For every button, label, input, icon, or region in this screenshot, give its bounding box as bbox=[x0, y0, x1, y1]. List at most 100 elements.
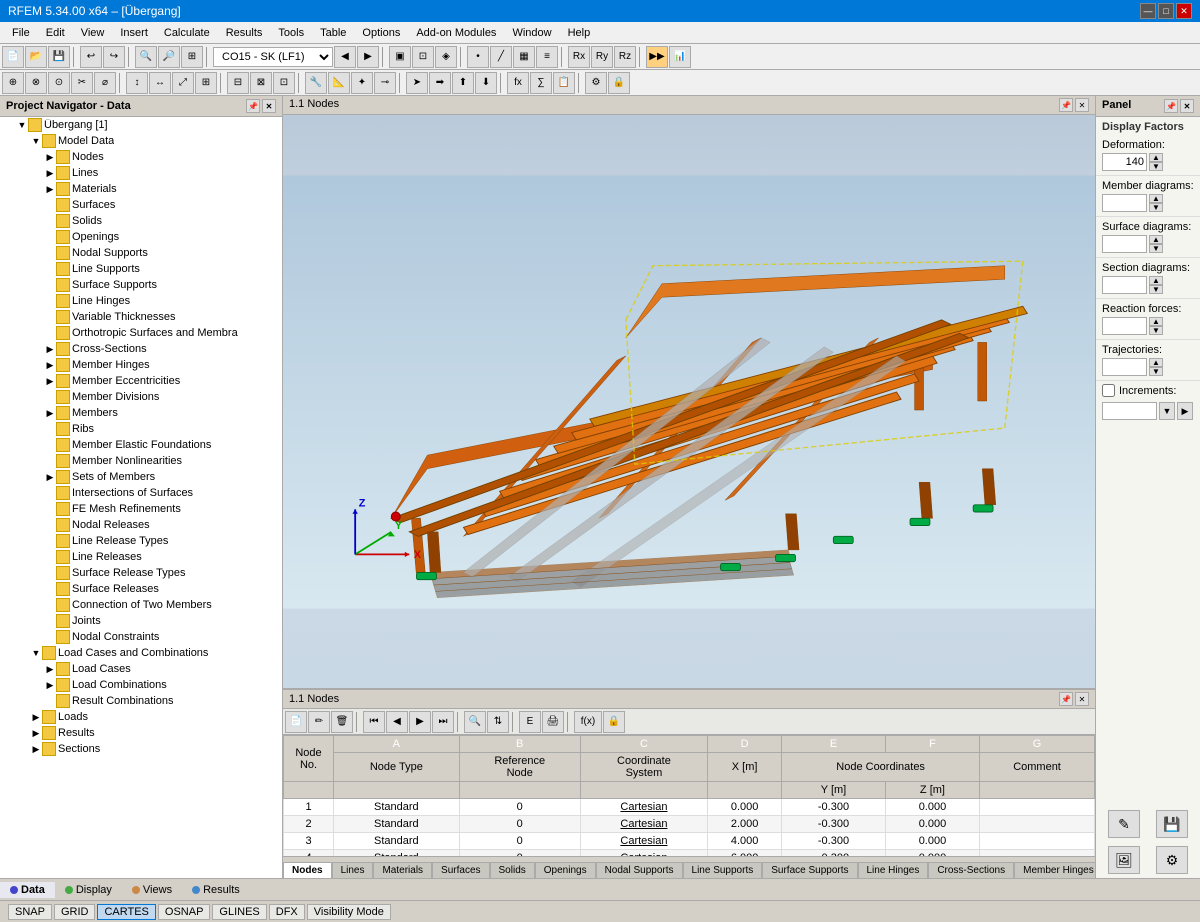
table-tb-excel[interactable]: E bbox=[519, 711, 541, 733]
tree-solids[interactable]: Solids bbox=[0, 213, 282, 229]
tree-model-data[interactable]: ▼ Model Data bbox=[0, 133, 282, 149]
rotate-y-button[interactable]: Ry bbox=[591, 46, 613, 68]
tab-member-hinges[interactable]: Member Hinges bbox=[1014, 862, 1095, 878]
line-button[interactable]: ╱ bbox=[490, 46, 512, 68]
tree-fe-mesh[interactable]: FE Mesh Refinements bbox=[0, 501, 282, 517]
table-tb-prev[interactable]: ◀ bbox=[386, 711, 408, 733]
tb2-7[interactable]: ↔ bbox=[149, 72, 171, 94]
tab-surface-supports[interactable]: Surface Supports bbox=[762, 862, 857, 878]
table-row[interactable]: 1 Standard 0 Cartesian 0.000 -0.300 0.00… bbox=[284, 799, 1095, 816]
tree-member-elastic[interactable]: Member Elastic Foundations bbox=[0, 437, 282, 453]
table-pin-button[interactable]: 📌 bbox=[1059, 692, 1073, 706]
menu-item-window[interactable]: Window bbox=[504, 25, 559, 41]
deformation-down[interactable]: ▼ bbox=[1149, 162, 1163, 171]
tb2-4[interactable]: ✂ bbox=[71, 72, 93, 94]
col-z-label[interactable]: Z [m] bbox=[885, 782, 979, 799]
panel-render-button[interactable]: 🖼 bbox=[1108, 846, 1140, 874]
rotate-z-button[interactable]: Rz bbox=[614, 46, 636, 68]
menu-item-edit[interactable]: Edit bbox=[38, 25, 73, 41]
table-row[interactable]: 3 Standard 0 Cartesian 4.000 -0.300 0.00… bbox=[284, 833, 1095, 850]
tb2-14[interactable]: 📐 bbox=[328, 72, 350, 94]
tree-surface-supports[interactable]: Surface Supports bbox=[0, 277, 282, 293]
tree-expand-root[interactable]: ▼ bbox=[16, 120, 28, 130]
tb2-19[interactable]: ⬆ bbox=[452, 72, 474, 94]
section-diagrams-up[interactable]: ▲ bbox=[1149, 276, 1163, 285]
subheader-node-coords[interactable]: Node Coordinates bbox=[782, 753, 980, 782]
tab-surfaces[interactable]: Surfaces bbox=[432, 862, 489, 878]
maximize-button[interactable]: □ bbox=[1158, 3, 1174, 19]
tree-members[interactable]: ▶ Members bbox=[0, 405, 282, 421]
panel-settings-button[interactable]: ⚙ bbox=[1156, 846, 1188, 874]
trajectories-down[interactable]: ▼ bbox=[1149, 367, 1163, 376]
tree-ribs[interactable]: Ribs bbox=[0, 421, 282, 437]
tree-member-eccentricities[interactable]: ▶ Member Eccentricities bbox=[0, 373, 282, 389]
tree-results-folder[interactable]: ▶ Results bbox=[0, 725, 282, 741]
tb2-24[interactable]: ⚙ bbox=[585, 72, 607, 94]
menu-item-table[interactable]: Table bbox=[312, 25, 354, 41]
view-close-button[interactable]: ✕ bbox=[1075, 98, 1089, 112]
table-close-button[interactable]: ✕ bbox=[1075, 692, 1089, 706]
member-diagrams-up[interactable]: ▲ bbox=[1149, 194, 1163, 203]
zoom-out-button[interactable]: 🔎 bbox=[158, 46, 180, 68]
tb2-1[interactable]: ⊕ bbox=[2, 72, 24, 94]
nav-results[interactable]: Results bbox=[182, 882, 250, 898]
redo-button[interactable]: ↪ bbox=[103, 46, 125, 68]
tb2-3[interactable]: ⊙ bbox=[48, 72, 70, 94]
tree-nodes[interactable]: ▶ Nodes bbox=[0, 149, 282, 165]
tree-lines[interactable]: ▶ Lines bbox=[0, 165, 282, 181]
nav-close-button[interactable]: ✕ bbox=[262, 99, 276, 113]
nav-pin-button[interactable]: 📌 bbox=[246, 99, 260, 113]
member-button[interactable]: ≡ bbox=[536, 46, 558, 68]
table-tb-next[interactable]: ▶ bbox=[409, 711, 431, 733]
status-visibility-mode[interactable]: Visibility Mode bbox=[307, 904, 391, 920]
member-diagrams-down[interactable]: ▼ bbox=[1149, 203, 1163, 212]
tree-materials[interactable]: ▶ Materials bbox=[0, 181, 282, 197]
col-header-b[interactable]: B bbox=[459, 736, 580, 753]
tb2-10[interactable]: ⊟ bbox=[227, 72, 249, 94]
3d-viewport[interactable]: 1.1 Nodes 📌 ✕ bbox=[283, 96, 1095, 688]
tree-sets-of-members[interactable]: ▶ Sets of Members bbox=[0, 469, 282, 485]
col-header-a[interactable]: A bbox=[334, 736, 460, 753]
tree-joints[interactable]: Joints bbox=[0, 613, 282, 629]
tree-load-cases[interactable]: ▶ Load Cases bbox=[0, 661, 282, 677]
tree-expand-model[interactable]: ▼ bbox=[30, 136, 42, 146]
tree-intersections[interactable]: Intersections of Surfaces bbox=[0, 485, 282, 501]
wireframe-button[interactable]: ⊡ bbox=[412, 46, 434, 68]
increments-go-btn[interactable]: ▶ bbox=[1177, 402, 1193, 420]
menu-item-tools[interactable]: Tools bbox=[270, 25, 312, 41]
tab-line-supports[interactable]: Line Supports bbox=[683, 862, 763, 878]
tb2-5[interactable]: ⌀ bbox=[94, 72, 116, 94]
tb2-15[interactable]: ✦ bbox=[351, 72, 373, 94]
undo-button[interactable]: ↩ bbox=[80, 46, 102, 68]
menu-item-calculate[interactable]: Calculate bbox=[156, 25, 218, 41]
tree-surface-release-types[interactable]: Surface Release Types bbox=[0, 565, 282, 581]
tab-cross-sections[interactable]: Cross-Sections bbox=[928, 862, 1014, 878]
tb2-13[interactable]: 🔧 bbox=[305, 72, 327, 94]
col-node-no[interactable]: NodeNo. bbox=[284, 736, 334, 782]
tree-member-divisions[interactable]: Member Divisions bbox=[0, 389, 282, 405]
node-button[interactable]: • bbox=[467, 46, 489, 68]
save-button[interactable]: 💾 bbox=[48, 46, 70, 68]
trajectories-up[interactable]: ▲ bbox=[1149, 358, 1163, 367]
subheader-comment[interactable]: Comment bbox=[980, 753, 1095, 782]
close-button[interactable]: ✕ bbox=[1176, 3, 1192, 19]
tb2-12[interactable]: ⊡ bbox=[273, 72, 295, 94]
tb2-18[interactable]: ➡ bbox=[429, 72, 451, 94]
tb2-21[interactable]: fx bbox=[507, 72, 529, 94]
tb2-11[interactable]: ⊠ bbox=[250, 72, 272, 94]
tree-root[interactable]: ▼ Übergang [1] bbox=[0, 117, 282, 133]
member-diagrams-input[interactable] bbox=[1102, 194, 1147, 212]
load-combo-dropdown[interactable]: CO15 - SK (LF1) bbox=[213, 47, 333, 67]
menu-item-results[interactable]: Results bbox=[218, 25, 271, 41]
status-osnap[interactable]: OSNAP bbox=[158, 904, 211, 920]
table-tb-fx[interactable]: f(x) bbox=[574, 711, 602, 733]
increments-dropdown-btn[interactable]: ▼ bbox=[1159, 402, 1175, 420]
tab-solids[interactable]: Solids bbox=[490, 862, 535, 878]
panel-edit-button[interactable]: ✎ bbox=[1108, 810, 1140, 838]
trajectories-input[interactable] bbox=[1102, 358, 1147, 376]
subheader-coord-system[interactable]: CoordinateSystem bbox=[580, 753, 707, 782]
subheader-node-type[interactable]: Node Type bbox=[334, 753, 460, 782]
tb2-23[interactable]: 📋 bbox=[553, 72, 575, 94]
section-diagrams-down[interactable]: ▼ bbox=[1149, 285, 1163, 294]
menu-item-view[interactable]: View bbox=[73, 25, 113, 41]
